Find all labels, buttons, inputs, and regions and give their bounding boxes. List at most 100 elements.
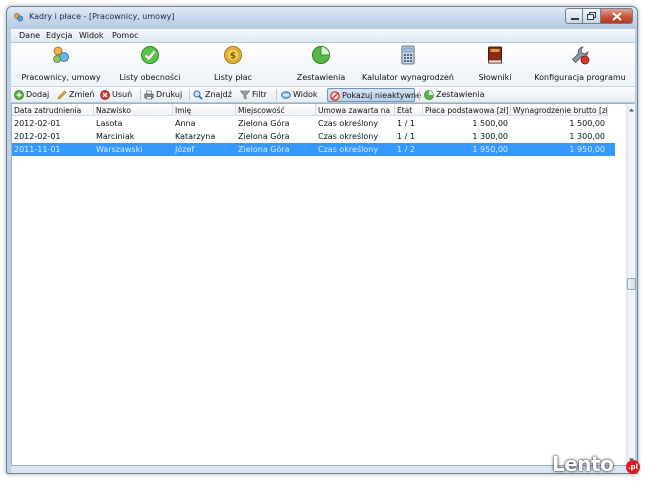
table-row[interactable]: 2012-02-01 Marciniak Katarzyna Zielona G… [12, 130, 615, 143]
menu-edycja[interactable]: Edycja [46, 31, 72, 40]
nav-label: Konfiguracja programu [534, 73, 626, 82]
minimize-icon [571, 18, 579, 20]
table-row[interactable]: 2012-02-01 Lasota Anna Zielona Góra Czas… [12, 117, 615, 130]
app-icon [13, 12, 24, 25]
add-label: Dodaj [26, 90, 50, 99]
nav-konfiguracja-programu[interactable]: Konfiguracja programu [533, 45, 627, 85]
main-navigation: Pracownicy, umowy Listy obecności $ List… [11, 43, 635, 87]
show-inactive-toggle[interactable]: Pokazuj nieaktywne [327, 88, 421, 102]
search-label: Znajdź [205, 90, 232, 99]
cell-contract: Czas określony [318, 119, 379, 128]
nav-slowniki[interactable]: Słowniki [475, 45, 515, 85]
inactive-icon [330, 91, 340, 101]
cell-contract: Czas określony [318, 145, 379, 154]
app-window: Kadry i płace - [Pracownicy, umowy] Dane… [6, 6, 638, 474]
menu-dane[interactable]: Dane [19, 31, 40, 40]
employees-table: Data zatrudnienia Nazwisko Imię Miejscow… [11, 103, 636, 467]
cell-city: Zielona Góra [238, 119, 290, 128]
nav-zestawienia[interactable]: Zestawienia [295, 45, 347, 85]
edit-icon [57, 90, 67, 100]
table-row-selected[interactable]: 2011-11-01 Warszawski Józef Zielona Góra… [12, 143, 615, 156]
scrollbar-thumb[interactable] [627, 278, 636, 290]
cell-last-name: Warszawski [96, 145, 143, 154]
vertical-scrollbar[interactable] [626, 104, 636, 467]
svg-text:$: $ [230, 52, 236, 62]
cell-gross-salary: 1 500,00 [569, 119, 605, 128]
cell-base-salary: 1 500,00 [472, 119, 508, 128]
action-toolbar: Dodaj Zmień Usuń Drukuj Znajdź Filtr Wid… [11, 87, 635, 103]
cell-etat: 1 / 1 [397, 132, 415, 141]
nav-listy-plac[interactable]: $ Listy płac [207, 45, 259, 85]
cell-hire-date: 2011-11-01 [14, 145, 61, 154]
coin-icon: $ [223, 45, 243, 65]
book-icon [485, 45, 505, 65]
nav-label: Listy płac [214, 73, 252, 82]
column-header-first-name[interactable]: Imię [173, 104, 236, 116]
nav-pracownicy-umowy[interactable]: Pracownicy, umowy [15, 45, 107, 85]
title-bar[interactable]: Kadry i płace - [Pracownicy, umowy] [7, 7, 637, 29]
column-header-gross-salary[interactable]: Wynagrodzenie brutto [zł] [511, 104, 608, 116]
column-header-last-name[interactable]: Nazwisko [94, 104, 173, 116]
menu-bar: Dane Edycja Widok Pomoc [11, 29, 635, 43]
toolbar-separator [140, 89, 141, 101]
cell-first-name: Anna [175, 119, 196, 128]
toolbar-separator [419, 89, 420, 101]
maximize-button[interactable] [583, 8, 601, 24]
edit-label: Zmień [69, 90, 95, 99]
scroll-up-icon[interactable] [627, 105, 636, 115]
nav-listy-obecnosci[interactable]: Listy obecności [112, 45, 188, 85]
add-button[interactable]: Dodaj [14, 88, 52, 102]
menu-widok[interactable]: Widok [79, 31, 104, 40]
report-label: Zestawienia [436, 90, 485, 99]
edit-button[interactable]: Zmień [57, 88, 95, 102]
delete-label: Usuń [112, 90, 133, 99]
toolbar-separator [189, 89, 190, 101]
column-header-hire-date[interactable]: Data zatrudnienia [12, 104, 94, 116]
search-icon [193, 90, 203, 100]
nav-label: Pracownicy, umowy [21, 73, 101, 82]
nav-kalkulator-wynagrodzen[interactable]: Kalulator wynagrodzeń [361, 45, 455, 85]
delete-button[interactable]: Usuń [100, 88, 136, 102]
pie-chart-icon [311, 45, 331, 65]
cell-city: Zielona Góra [238, 145, 290, 154]
cell-city: Zielona Góra [238, 132, 290, 141]
menu-pomoc[interactable]: Pomoc [112, 31, 139, 40]
column-header-etat[interactable]: Etat [395, 104, 423, 116]
restore-icon [587, 12, 596, 20]
lento-badge: .pl [626, 460, 640, 474]
printer-icon [144, 90, 154, 100]
cell-last-name: Lasota [96, 119, 123, 128]
cell-last-name: Marciniak [96, 132, 135, 141]
cell-first-name: Józef [175, 145, 195, 154]
column-header-base-salary[interactable]: Płaca podstawowa [zł] [423, 104, 511, 116]
view-label: Widok [293, 90, 318, 99]
cell-gross-salary: 1 950,00 [569, 145, 605, 154]
nav-label: Kalulator wynagrodzeń [362, 73, 454, 82]
nav-label: Listy obecności [119, 73, 181, 82]
column-header-contract[interactable]: Umowa zawarta na [316, 104, 395, 116]
close-button[interactable] [601, 8, 633, 24]
toolbar-separator [276, 89, 277, 101]
print-button[interactable]: Drukuj [144, 88, 186, 102]
column-header-city[interactable]: Miejscowość [236, 104, 316, 116]
cell-contract: Czas określony [318, 132, 379, 141]
checkmark-icon [140, 45, 160, 65]
status-bar [11, 466, 635, 473]
report-icon [424, 90, 434, 100]
delete-icon [100, 90, 110, 100]
cell-base-salary: 1 950,00 [472, 145, 508, 154]
cell-etat: 1 / 2 [397, 145, 415, 154]
search-button[interactable]: Znajdź [193, 88, 235, 102]
cell-etat: 1 / 1 [397, 119, 415, 128]
cell-hire-date: 2012-02-01 [14, 119, 61, 128]
show-inactive-label: Pokazuj nieaktywne [342, 91, 422, 100]
nav-label: Zestawienia [296, 73, 346, 82]
filter-button[interactable]: Filtr [240, 88, 272, 102]
report-button[interactable]: Zestawienia [424, 88, 485, 102]
cell-base-salary: 1 300,00 [472, 132, 508, 141]
window-title: Kadry i płace - [Pracownicy, umowy] [29, 12, 175, 21]
view-button[interactable]: Widok [281, 88, 321, 102]
nav-label: Słowniki [478, 73, 512, 82]
calculator-icon [398, 45, 418, 65]
minimize-button[interactable] [565, 8, 583, 24]
